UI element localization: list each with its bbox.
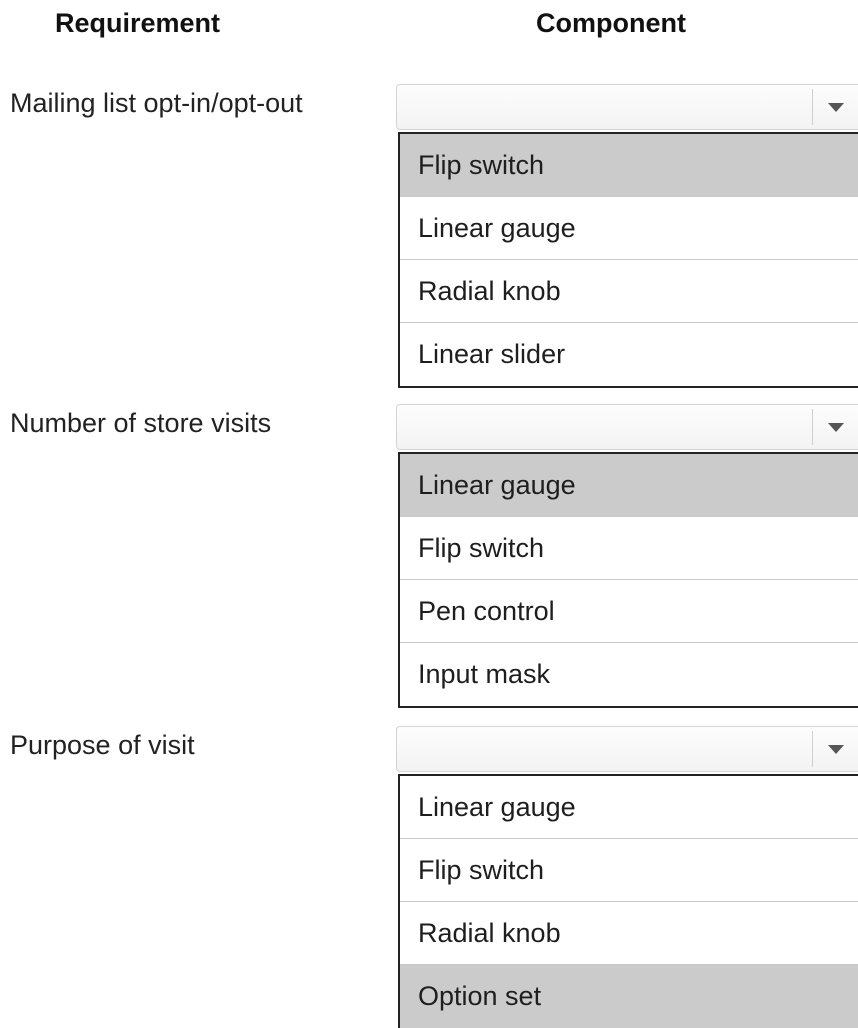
option-item[interactable]: Radial knob: [400, 902, 858, 965]
dropdown-divider: [812, 731, 813, 767]
option-item[interactable]: Linear gauge: [400, 776, 858, 839]
options-list-mailing-list: Flip switch Linear gauge Radial knob Lin…: [398, 132, 858, 388]
option-item[interactable]: Flip switch: [400, 839, 858, 902]
component-dropdown-mailing-list[interactable]: [396, 84, 858, 130]
chevron-down-icon[interactable]: [828, 423, 844, 432]
requirement-column-header: Requirement: [55, 8, 221, 38]
dropdown-divider: [812, 89, 813, 125]
requirement-label-mailing-list: Mailing list opt-in/opt-out: [10, 88, 303, 118]
chevron-down-icon[interactable]: [828, 103, 844, 112]
dropdown-divider: [812, 409, 813, 445]
component-column-header: Component: [536, 8, 686, 38]
option-item[interactable]: Flip switch: [400, 134, 858, 197]
options-list-purpose: Linear gauge Flip switch Radial knob Opt…: [398, 774, 858, 1028]
option-item[interactable]: Option set: [400, 965, 858, 1028]
option-item[interactable]: Linear gauge: [400, 454, 858, 517]
option-item[interactable]: Input mask: [400, 643, 858, 706]
options-list-store-visits: Linear gauge Flip switch Pen control Inp…: [398, 452, 858, 708]
option-item[interactable]: Flip switch: [400, 517, 858, 580]
chevron-down-icon[interactable]: [828, 745, 844, 754]
option-item[interactable]: Linear slider: [400, 323, 858, 386]
requirement-label-purpose: Purpose of visit: [10, 730, 195, 760]
option-item[interactable]: Pen control: [400, 580, 858, 643]
component-dropdown-store-visits[interactable]: [396, 404, 858, 450]
requirement-label-store-visits: Number of store visits: [10, 408, 272, 438]
option-item[interactable]: Radial knob: [400, 260, 858, 323]
component-dropdown-purpose[interactable]: [396, 726, 858, 772]
option-item[interactable]: Linear gauge: [400, 197, 858, 260]
